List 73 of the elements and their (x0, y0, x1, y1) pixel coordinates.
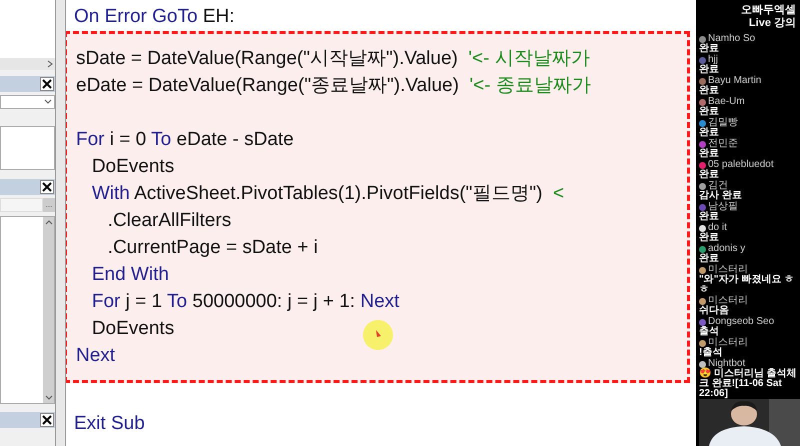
chat-message: 완료 (699, 212, 720, 222)
code-text: .CurrentPage = sDate + i (106, 237, 318, 258)
chat-message: 완료 (699, 233, 720, 243)
chat-title: 오빠두엑셀 (741, 4, 796, 17)
input-field[interactable] (0, 198, 43, 212)
chat-message: 쉬다옴 (699, 306, 730, 316)
code-keyword: To (151, 129, 172, 150)
chat-message: !출석 (699, 348, 724, 358)
chat-author: 05 palebluedot (708, 160, 774, 170)
code-text: i = 0 (110, 129, 148, 150)
code-comment: '<- 시작날짜가 (468, 48, 590, 69)
chat-author: Bae-Um (708, 97, 745, 107)
chat-message: 완료 (699, 128, 720, 138)
cursor-highlight-icon (363, 320, 393, 350)
browse-button[interactable]: ... (43, 198, 55, 212)
code-keyword: To (167, 291, 188, 312)
close-icon (42, 79, 52, 89)
chat-message: 감사 완료 (699, 191, 743, 201)
chat-author: Nightbot (708, 359, 746, 369)
code-text: ActiveSheet.PivotTables(1).PivotFields("필드명") (134, 183, 544, 204)
code-text: .ClearAllFilters (106, 210, 232, 231)
code-keyword: End With (90, 264, 169, 285)
chevron-down-icon (44, 99, 52, 105)
code-comment: '<- 종료날짜가 (469, 75, 591, 96)
code-comment: < (553, 183, 564, 204)
close-icon (42, 182, 52, 192)
chat-author: Namho So (708, 34, 756, 44)
chat-author: Dongseob Seo (708, 317, 774, 327)
code-keyword: For (76, 129, 106, 150)
chat-message: 완료 (699, 149, 720, 159)
code-text: eDate - sDate (176, 129, 294, 150)
chat-message: 완료 (699, 65, 720, 75)
close-button[interactable] (40, 77, 54, 91)
code-keyword: Next (76, 345, 116, 366)
chat-author: 미스터리 (708, 265, 748, 275)
vertical-scrollbar[interactable] (43, 217, 54, 403)
chat-author: 전민준 (708, 139, 738, 149)
chat-message: 완료 (699, 107, 720, 117)
code-keyword: With (90, 183, 131, 204)
list-box (0, 126, 55, 170)
chat-author: 김건 (708, 181, 728, 191)
horizontal-scrollbar[interactable] (0, 58, 55, 70)
code-text: DoEvents (90, 156, 174, 177)
code-keyword: For (90, 291, 122, 312)
close-icon (42, 415, 52, 425)
code-keyword: Next (360, 291, 400, 312)
code-text: sDate = DateValue(Range("시작날짜").Value) (76, 48, 459, 69)
chat-message: 😍 미스터리님 출석체크 완료![11-06 Sat 22:06] (699, 369, 798, 399)
chat-title: Live 강의 (748, 17, 796, 30)
close-button[interactable] (40, 180, 54, 194)
chat-message: 출석 (699, 327, 719, 337)
dropdown-field[interactable] (0, 95, 55, 109)
chat-author: hjj (708, 55, 718, 65)
code-keyword: Exit Sub (74, 413, 145, 434)
code-text: EH: (202, 6, 235, 27)
close-button[interactable] (40, 413, 54, 427)
code-text: DoEvents (90, 318, 174, 339)
chat-message: 완료 (699, 44, 720, 54)
chat-message: 완료 (699, 86, 719, 96)
chat-author: 남상필 (708, 202, 738, 212)
chat-message: 완료 (699, 254, 720, 264)
code-text: eDate = DateValue(Range("종료날짜").Value) (76, 75, 460, 96)
chat-message: 완료 (699, 170, 720, 180)
chat-author: 김밀빵 (708, 118, 738, 128)
chat-author: adonis y (708, 244, 746, 254)
chat-author: do it (708, 223, 727, 233)
chat-message: "와"자가 빠졌네요 ㅎㅎ (699, 275, 796, 295)
chat-author: 미스터리 (708, 338, 748, 348)
code-text: j = 1 (126, 291, 164, 312)
chat-author: Bayu Martin (708, 76, 762, 86)
code-text: 50000000: j = j + 1: (192, 291, 356, 312)
code-keyword: On Error GoTo (74, 6, 199, 27)
chat-author: 미스터리 (708, 296, 748, 306)
